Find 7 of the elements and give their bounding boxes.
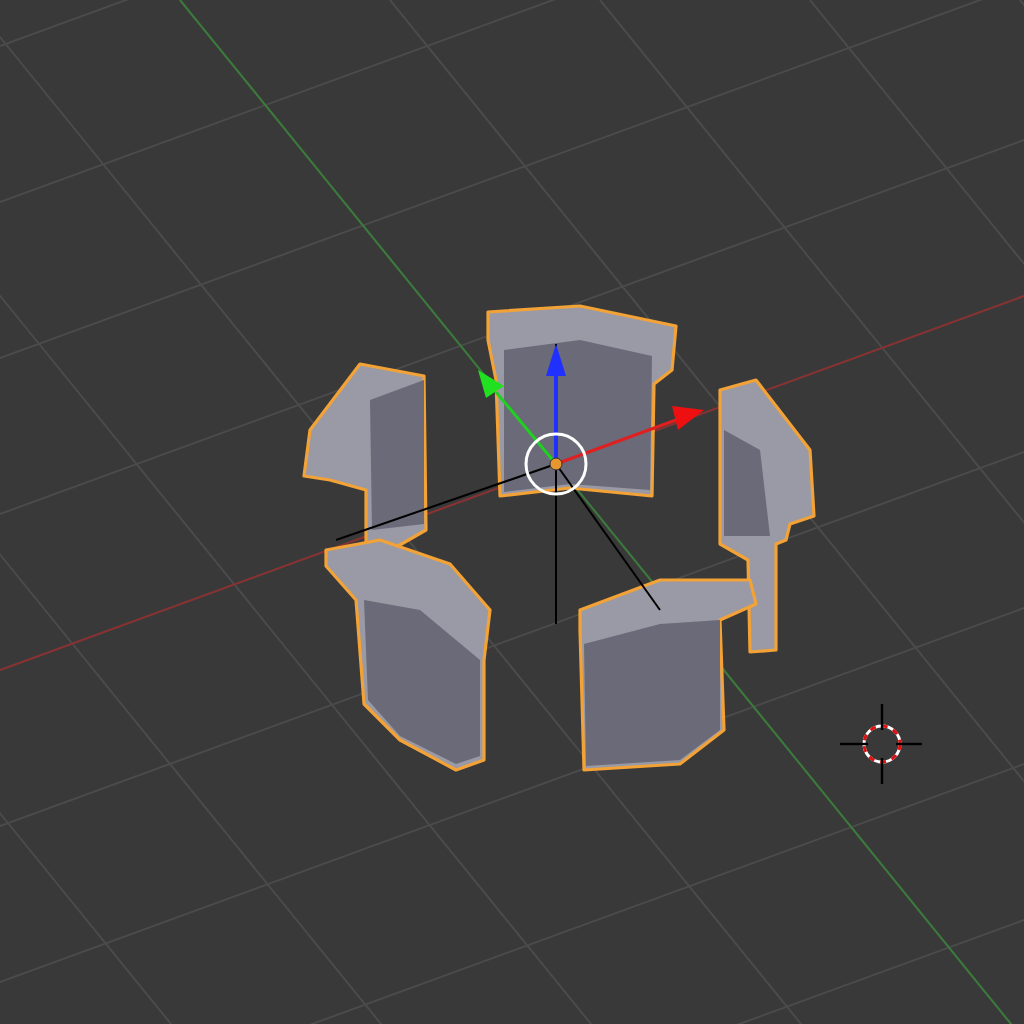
origin-dot	[549, 457, 563, 471]
z-arrow-icon[interactable]	[546, 344, 566, 464]
3d-cursor-icon[interactable]	[840, 704, 922, 784]
rotate-circle[interactable]	[524, 432, 588, 496]
x-arrow-icon[interactable]	[555, 406, 704, 466]
viewport-background[interactable]	[0, 0, 1024, 1024]
y-arrow-icon[interactable]	[478, 370, 558, 465]
